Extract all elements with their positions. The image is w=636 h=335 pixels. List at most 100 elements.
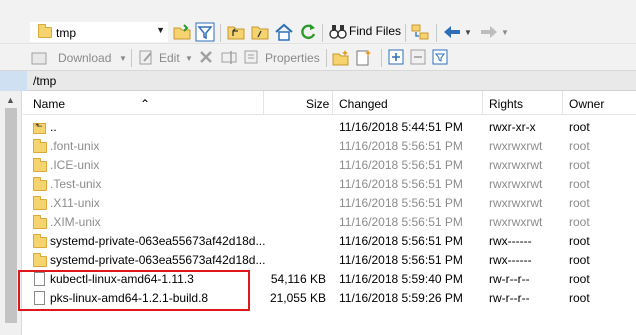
file-changed: 11/16/2018 5:56:51 PM (339, 234, 463, 248)
file-name: systemd-private-063ea55673af42d18d... (50, 234, 266, 248)
filter-select-icon[interactable] (432, 49, 448, 65)
file-owner: root (569, 139, 590, 153)
file-rights: rwxr-xr-x (489, 120, 536, 134)
file-owner: root (569, 272, 590, 286)
chevron-down-icon[interactable]: ▼ (156, 25, 165, 35)
folder-icon (33, 253, 47, 267)
file-rights: rwxrwxrwt (489, 196, 543, 210)
find-files-label: Find Files (349, 24, 402, 38)
file-changed: 11/16/2018 5:44:51 PM (339, 120, 463, 134)
unselect-files-icon[interactable] (410, 49, 426, 65)
column-header-rights[interactable]: Rights (489, 97, 523, 111)
file-actions-toolbar: Download ▼ Edit ▼ Properties (0, 44, 636, 71)
file-owner: root (569, 158, 590, 172)
file-changed: 11/16/2018 5:56:51 PM (339, 215, 463, 229)
folder-icon (33, 234, 47, 248)
file-changed: 11/16/2018 5:56:51 PM (339, 177, 463, 191)
properties-icon (244, 50, 258, 64)
file-name: systemd-private-063ea55673af42d18d... (50, 253, 266, 267)
file-changed: 11/16/2018 5:59:40 PM (339, 272, 463, 286)
file-rights: rw-r--r-- (489, 291, 530, 305)
file-row[interactable]: .X11-unix 11/16/2018 5:56:51 PM rwxrwxrwt r… (23, 194, 636, 213)
file-list-header: ⌃ Name Size Changed Rights Owner (23, 91, 636, 115)
file-name: kubectl-linux-amd64-1.11.3 (50, 272, 194, 286)
parent-directory-icon[interactable] (226, 22, 246, 42)
file-row[interactable]: pks-linux-amd64-1.2.1-build.8 21,055 KB 11… (23, 289, 636, 308)
column-header-owner[interactable]: Owner (569, 97, 604, 111)
file-row[interactable]: .Test-unix 11/16/2018 5:56:51 PM rwxrwxrwt… (23, 175, 636, 194)
file-owner: root (569, 196, 590, 210)
file-owner: root (569, 234, 590, 248)
properties-button[interactable]: Properties (265, 51, 320, 65)
file-name: .X11-unix (50, 196, 100, 210)
back-dropdown-icon[interactable]: ▼ (464, 28, 472, 37)
file-owner: root (569, 120, 590, 134)
edit-button[interactable]: Edit (159, 51, 180, 65)
file-rights: rwx------ (489, 234, 532, 248)
download-dropdown-icon[interactable]: ▼ (119, 54, 127, 63)
file-name: .XIM-unix (50, 215, 101, 229)
new-folder-icon[interactable] (332, 49, 349, 66)
file-rights: rwxrwxrwt (489, 158, 543, 172)
path-dropdown[interactable]: tmp ▼ (30, 22, 168, 42)
column-header-size[interactable]: Size (306, 97, 329, 111)
file-row[interactable]: systemd-private-063ea55673af42d18d... 11/… (23, 232, 636, 251)
file-row[interactable]: .XIM-unix 11/16/2018 5:56:51 PM rwxrwxrwt r… (23, 213, 636, 232)
file-row[interactable]: .ICE-unix 11/16/2018 5:56:51 PM rwxrwxrwt r… (23, 156, 636, 175)
delete-icon[interactable] (199, 50, 213, 64)
file-changed: 11/16/2018 5:56:51 PM (339, 139, 463, 153)
file-owner: root (569, 177, 590, 191)
file-row[interactable]: .. 11/16/2018 5:44:51 PM rwxr-xr-x root (23, 118, 636, 137)
file-name: .font-unix (50, 139, 100, 153)
folder-icon (33, 139, 47, 153)
download-icon (31, 52, 47, 65)
path-dropdown-value: tmp (56, 26, 77, 40)
current-path-bar: /tmp (0, 71, 636, 91)
file-rights: rwxrwxrwt (489, 139, 543, 153)
file-owner: root (569, 215, 590, 229)
file-owner: root (569, 291, 590, 305)
forward-arrow-icon[interactable] (479, 22, 499, 42)
tree-scrollbar-thumb[interactable] (5, 108, 17, 323)
file-icon (34, 291, 45, 305)
file-name: .. (50, 120, 57, 134)
file-rights: rwxrwxrwt (489, 215, 543, 229)
root-directory-icon[interactable] (250, 22, 270, 42)
open-folder-icon[interactable] (172, 22, 192, 42)
refresh-icon[interactable] (298, 22, 318, 42)
file-rights: rw-r--r-- (489, 272, 530, 286)
file-size: 54,116 KB (270, 272, 326, 286)
filter-icon[interactable] (195, 22, 215, 42)
edit-dropdown-icon[interactable]: ▼ (185, 54, 193, 63)
file-row[interactable]: systemd-private-063ea55673af42d18d... 11/… (23, 251, 636, 270)
file-rights: rwx------ (489, 253, 532, 267)
new-file-icon[interactable] (355, 49, 372, 66)
forward-dropdown-icon[interactable]: ▼ (501, 28, 509, 37)
select-files-icon[interactable] (388, 49, 404, 65)
directory-tree-pane: ▲ (0, 91, 22, 335)
file-icon (34, 272, 45, 286)
file-row[interactable]: .font-unix 11/16/2018 5:56:51 PM rwxrwxrwt… (23, 137, 636, 156)
file-size: 21,055 KB (269, 291, 326, 305)
rename-icon[interactable] (221, 49, 237, 65)
scroll-up-icon[interactable]: ▲ (6, 95, 15, 105)
file-row[interactable]: kubectl-linux-amd64-1.11.3 54,116 KB 11/16… (23, 270, 636, 289)
directory-tree-header (0, 71, 27, 91)
sort-ascending-icon: ⌃ (140, 97, 151, 111)
file-name: .Test-unix (50, 177, 102, 191)
column-header-changed[interactable]: Changed (339, 97, 388, 111)
column-header-name[interactable]: Name (33, 97, 65, 111)
synchronize-browsing-icon[interactable] (410, 22, 430, 42)
file-changed: 11/16/2018 5:59:26 PM (339, 291, 463, 305)
file-name: pks-linux-amd64-1.2.1-build.8 (50, 291, 209, 305)
file-changed: 11/16/2018 5:56:51 PM (339, 158, 463, 172)
current-path: /tmp (33, 74, 57, 88)
folder-icon (33, 215, 47, 229)
folder-icon (33, 158, 47, 172)
back-arrow-icon[interactable] (442, 22, 462, 42)
file-rights: rwxrwxrwt (489, 177, 543, 191)
file-changed: 11/16/2018 5:56:51 PM (339, 253, 463, 267)
folder-icon (38, 24, 52, 38)
download-button[interactable]: Download (58, 51, 111, 65)
home-icon[interactable] (274, 22, 294, 42)
